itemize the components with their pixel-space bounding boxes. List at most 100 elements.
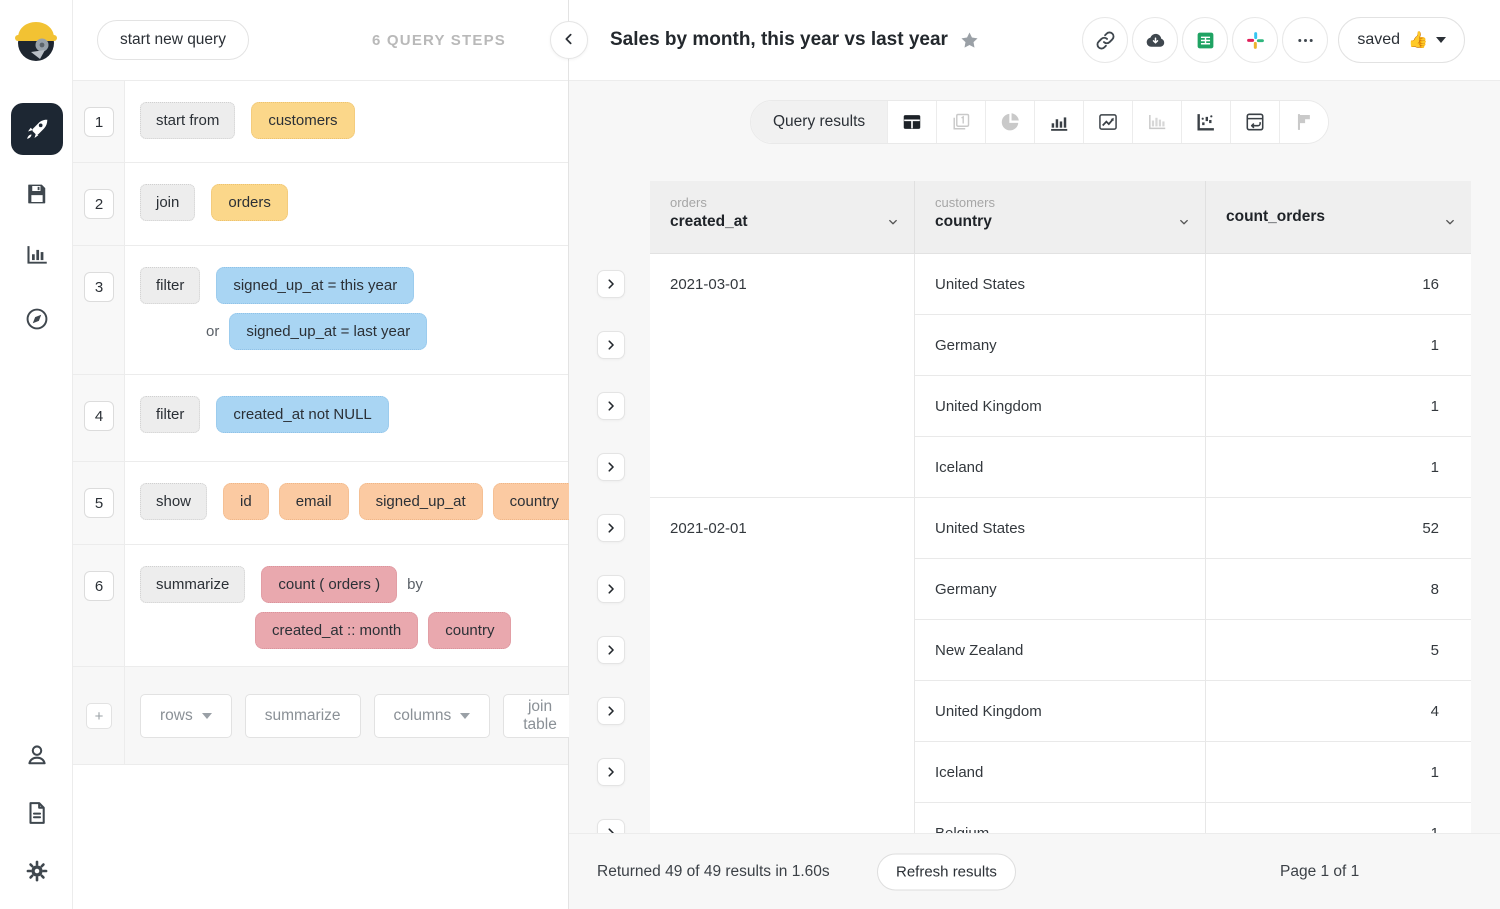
column-pill[interactable]: country [493, 483, 576, 520]
column-header-created_at[interactable]: orderscreated_at [650, 181, 915, 253]
step-verb-chip[interactable]: filter [140, 396, 200, 433]
row-expander-button[interactable] [597, 331, 625, 359]
bar-chart-icon [24, 242, 50, 268]
sidebar-item-query-builder[interactable] [11, 103, 63, 155]
step-gutter: 3 [73, 246, 125, 374]
column-field-name: country [935, 213, 1205, 231]
column-pill[interactable]: email [279, 483, 349, 520]
column-field-name: count_orders [1226, 208, 1325, 226]
column-header-country[interactable]: customerscountry [915, 181, 1206, 253]
add-rows-button[interactable]: rows [140, 694, 232, 738]
ellipsis-button[interactable] [1282, 17, 1328, 63]
row-expander-button[interactable] [597, 392, 625, 420]
link-button[interactable] [1082, 17, 1128, 63]
filter-pill[interactable]: signed_up_at = this year [216, 267, 414, 304]
filter-pill[interactable]: signed_up_at = last year [229, 313, 427, 350]
table-view-icon [901, 111, 923, 133]
collapse-panel-button[interactable] [550, 21, 588, 59]
sidebar-item-docs[interactable] [0, 787, 73, 839]
refresh-results-button[interactable]: Refresh results [877, 853, 1016, 890]
query-step-1: 1start fromcustomers [73, 81, 568, 163]
viz-single-value-icon[interactable] [936, 101, 985, 143]
row-expander-button[interactable] [597, 636, 625, 664]
star-icon[interactable] [959, 30, 980, 51]
sidebar-item-settings[interactable] [0, 845, 73, 897]
add-summarize-button[interactable]: summarize [245, 694, 361, 738]
column-pill[interactable]: signed_up_at [359, 483, 483, 520]
cloud-download-button[interactable] [1132, 17, 1178, 63]
app-sidebar [0, 0, 73, 909]
button-label: rows [160, 707, 193, 725]
sidebar-item-charts[interactable] [0, 229, 73, 281]
add-step-plus-button[interactable]: + [86, 703, 112, 729]
button-label: join table [523, 698, 557, 734]
cell-created-at: 2021-03-01 [650, 254, 915, 315]
viz-line-chart-icon[interactable] [1083, 101, 1132, 143]
cell-count-orders: 1 [1206, 803, 1471, 833]
tab-query-results[interactable]: Query results [751, 101, 887, 143]
table-pill[interactable]: orders [211, 184, 288, 221]
viz-flag-icon[interactable] [1279, 101, 1328, 143]
cell-country: United States [915, 254, 1206, 315]
cell-created-at [650, 437, 915, 498]
cell-count-orders: 1 [1206, 315, 1471, 376]
add-join-table-button[interactable]: join table [503, 694, 577, 738]
viz-table-view-icon[interactable] [887, 101, 936, 143]
viz-bar-chart-icon[interactable] [1034, 101, 1083, 143]
step-verb-chip[interactable]: join [140, 184, 195, 221]
cell-created-at [650, 376, 915, 437]
cell-count-orders: 1 [1206, 437, 1471, 498]
step-suffix-text: by [407, 576, 423, 593]
chevron-left-icon [561, 31, 577, 50]
viz-pie-chart-icon[interactable] [985, 101, 1034, 143]
cell-count-orders: 8 [1206, 559, 1471, 620]
saved-status-button[interactable]: saved 👍 [1338, 17, 1465, 63]
cell-count-orders: 52 [1206, 498, 1471, 559]
chevron-down-icon[interactable] [886, 215, 900, 229]
histogram-icon [1146, 111, 1168, 133]
sidebar-item-explore[interactable] [0, 293, 73, 345]
filter-pill[interactable]: created_at not NULL [216, 396, 388, 433]
row-expander-button[interactable] [597, 453, 625, 481]
sidebar-item-saved-queries[interactable] [0, 168, 73, 220]
settings-gear-icon [24, 858, 50, 884]
flag-icon [1293, 111, 1315, 133]
viz-pivot-table-icon[interactable] [1230, 101, 1279, 143]
chevron-down-icon[interactable] [1177, 215, 1191, 229]
table-pill[interactable]: customers [251, 102, 354, 139]
step-verb-chip[interactable]: start from [140, 102, 235, 139]
viz-scatter-plot-icon[interactable] [1181, 101, 1230, 143]
row-expander-button[interactable] [597, 270, 625, 298]
cell-created-at [650, 681, 915, 742]
summary-pill[interactable]: created_at :: month [255, 612, 418, 649]
row-expander-button[interactable] [597, 575, 625, 603]
table-row: Belgium1 [650, 803, 1471, 833]
step-verb-chip[interactable]: show [140, 483, 207, 520]
cell-country: Iceland [915, 437, 1206, 498]
step-verb-chip[interactable]: summarize [140, 566, 245, 603]
single-value-icon [950, 111, 972, 133]
sheets-export-button[interactable] [1182, 17, 1228, 63]
row-expander-button[interactable] [597, 758, 625, 786]
column-header-count_orders[interactable]: count_orders [1206, 181, 1471, 253]
table-body: 2021-03-01United States16Germany1United … [650, 254, 1471, 833]
step-number: 4 [84, 401, 114, 431]
results-header: Sales by month, this year vs last year s… [569, 0, 1500, 81]
summary-pill[interactable]: country [428, 612, 511, 649]
column-pill[interactable]: id [223, 483, 269, 520]
row-expander-button[interactable] [597, 514, 625, 542]
chevron-down-icon [460, 713, 470, 719]
chevron-down-icon[interactable] [1443, 215, 1457, 229]
viz-histogram-icon[interactable] [1132, 101, 1181, 143]
document-icon [24, 800, 50, 826]
sidebar-item-profile[interactable] [0, 729, 73, 781]
button-label: columns [394, 707, 452, 725]
step-verb-chip[interactable]: filter [140, 267, 200, 304]
slack-button[interactable] [1232, 17, 1278, 63]
chevron-right-icon [604, 521, 618, 535]
row-expander-button[interactable] [597, 697, 625, 725]
start-new-query-button[interactable]: start new query [97, 20, 249, 60]
summary-pill[interactable]: count ( orders ) [261, 566, 397, 603]
add-columns-button[interactable]: columns [374, 694, 491, 738]
cell-country: United Kingdom [915, 376, 1206, 437]
